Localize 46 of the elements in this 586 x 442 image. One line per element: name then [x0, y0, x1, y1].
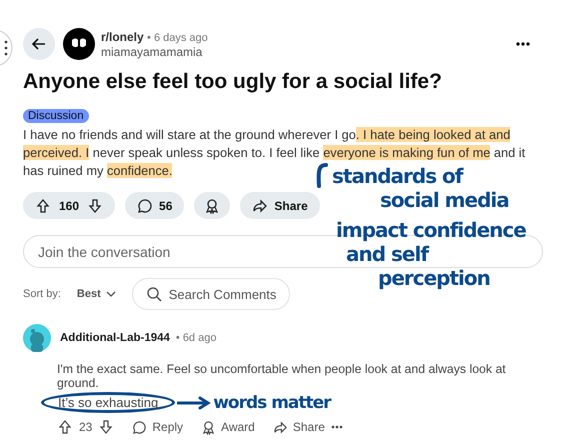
circled-comment-text: It’s so exhausting	[41, 392, 176, 413]
handwritten-note: perception	[378, 266, 490, 290]
comment-author[interactable]: Additional-Lab-1944	[60, 332, 170, 344]
flair-tag[interactable]: Discussion	[23, 109, 89, 123]
vote-count: 160	[59, 198, 80, 212]
share-arrow-icon	[272, 420, 288, 434]
comment-time: • 6d ago	[176, 332, 216, 344]
sort-label: Sort by:	[23, 288, 61, 300]
subreddit-name[interactable]: r/lonely	[101, 30, 144, 44]
award-icon	[204, 198, 220, 214]
upvote-icon[interactable]	[57, 419, 73, 435]
share-button[interactable]: Share	[272, 420, 325, 434]
speech-bubble-icon	[137, 198, 154, 214]
share-button[interactable]: Share	[240, 192, 320, 219]
subreddit-icon	[63, 28, 95, 60]
comments-button[interactable]: 56	[125, 192, 184, 219]
comment-text: I'm the exact same. Feel so uncomfortable when people look at and always look at ground.	[57, 362, 507, 390]
more-icon[interactable]	[330, 425, 343, 429]
annotation-hook-icon	[315, 162, 329, 188]
more-icon[interactable]	[516, 42, 530, 46]
downvote-icon[interactable]	[87, 198, 104, 214]
avatar-icon	[23, 324, 51, 352]
handwritten-note: words matter	[213, 392, 331, 412]
annotation-arrow-icon	[177, 396, 212, 410]
handwritten-note: standards of	[332, 164, 462, 188]
handwritten-note: social media	[380, 188, 509, 212]
post-time: • 6 days ago	[147, 32, 208, 44]
award-button[interactable]	[194, 192, 230, 219]
speech-bubble-icon	[132, 420, 148, 434]
sort-dropdown[interactable]: Best	[70, 288, 122, 300]
post-title: Anyone else feel too ugly for a social life?	[23, 70, 443, 94]
back-arrow-icon	[31, 36, 47, 52]
reply-button[interactable]: Reply	[132, 420, 184, 434]
post-author[interactable]: miamayamamamia	[101, 44, 510, 58]
vote-control[interactable]: 160	[23, 192, 116, 219]
more-options-icon[interactable]	[0, 28, 14, 68]
search-comments-field[interactable]: Search Comments	[132, 278, 290, 310]
award-button[interactable]: Award	[201, 420, 255, 434]
comment-vote-count: 23	[79, 420, 92, 434]
share-arrow-icon	[252, 198, 268, 214]
chevron-down-icon	[106, 291, 116, 297]
upvote-icon[interactable]	[35, 198, 51, 214]
downvote-icon[interactable]	[98, 419, 114, 435]
back-button[interactable]	[23, 28, 55, 60]
handwritten-note: and self	[346, 242, 428, 266]
award-icon	[201, 420, 216, 434]
